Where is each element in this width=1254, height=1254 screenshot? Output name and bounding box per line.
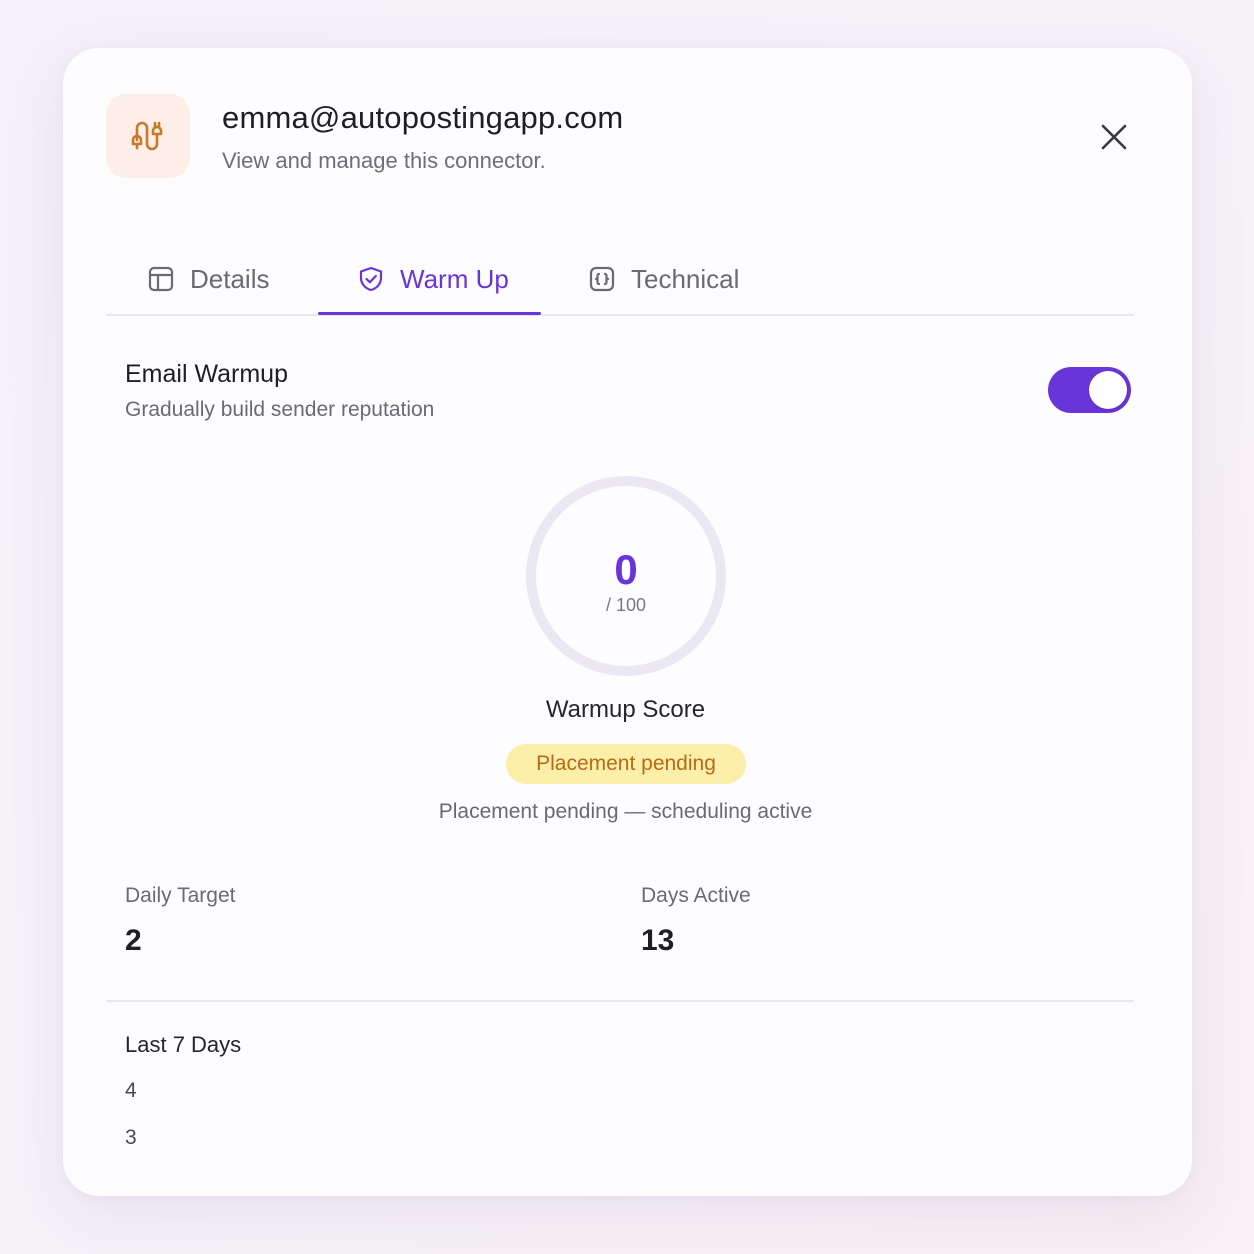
days-active-value: 13 [641, 924, 675, 957]
active-tab-indicator [318, 312, 541, 315]
tab-warm-up-label: Warm Up [400, 263, 509, 294]
email-warmup-title: Email Warmup [125, 360, 288, 388]
days-active-label: Days Active [641, 884, 751, 907]
last-7-days-value: 4 [125, 1079, 137, 1102]
tab-technical[interactable]: Technical [587, 244, 739, 314]
toggle-knob [1089, 371, 1127, 409]
layout-panel-icon [146, 264, 176, 294]
warmup-score-label: Warmup Score [545, 696, 706, 723]
warmup-status-text: Placement pending — scheduling active [438, 800, 813, 823]
tab-technical-label: Technical [631, 263, 740, 294]
placement-status-badge: Placement pending [506, 744, 746, 784]
shield-check-icon [356, 264, 386, 294]
connector-subtitle: View and manage this connector. [222, 148, 546, 173]
warmup-score-max: / 100 [605, 595, 647, 615]
tab-details-label: Details [190, 263, 270, 294]
last-7-days-title: Last 7 Days [125, 1032, 242, 1057]
section-divider [106, 1000, 1134, 1002]
tab-warm-up[interactable]: Warm Up [356, 244, 509, 314]
plug-connector-icon [131, 121, 163, 151]
daily-target-value: 2 [125, 924, 142, 957]
connector-modal: emma@autopostingapp.com View and manage … [63, 48, 1192, 1196]
last-7-days-value: 3 [125, 1126, 137, 1149]
connector-avatar [106, 94, 190, 178]
daily-target-label: Daily Target [125, 884, 236, 907]
close-button[interactable] [1095, 118, 1133, 156]
warmup-toggle[interactable] [1048, 367, 1131, 413]
close-icon [1101, 124, 1127, 150]
tab-bar: Details Warm Up Technical [106, 244, 1134, 316]
email-warmup-subtitle: Gradually build sender reputation [125, 398, 435, 421]
code-braces-icon [587, 264, 617, 294]
tab-details[interactable]: Details [146, 244, 269, 314]
warmup-score-value: 0 [614, 546, 638, 593]
connector-email-title: emma@autopostingapp.com [222, 100, 624, 135]
